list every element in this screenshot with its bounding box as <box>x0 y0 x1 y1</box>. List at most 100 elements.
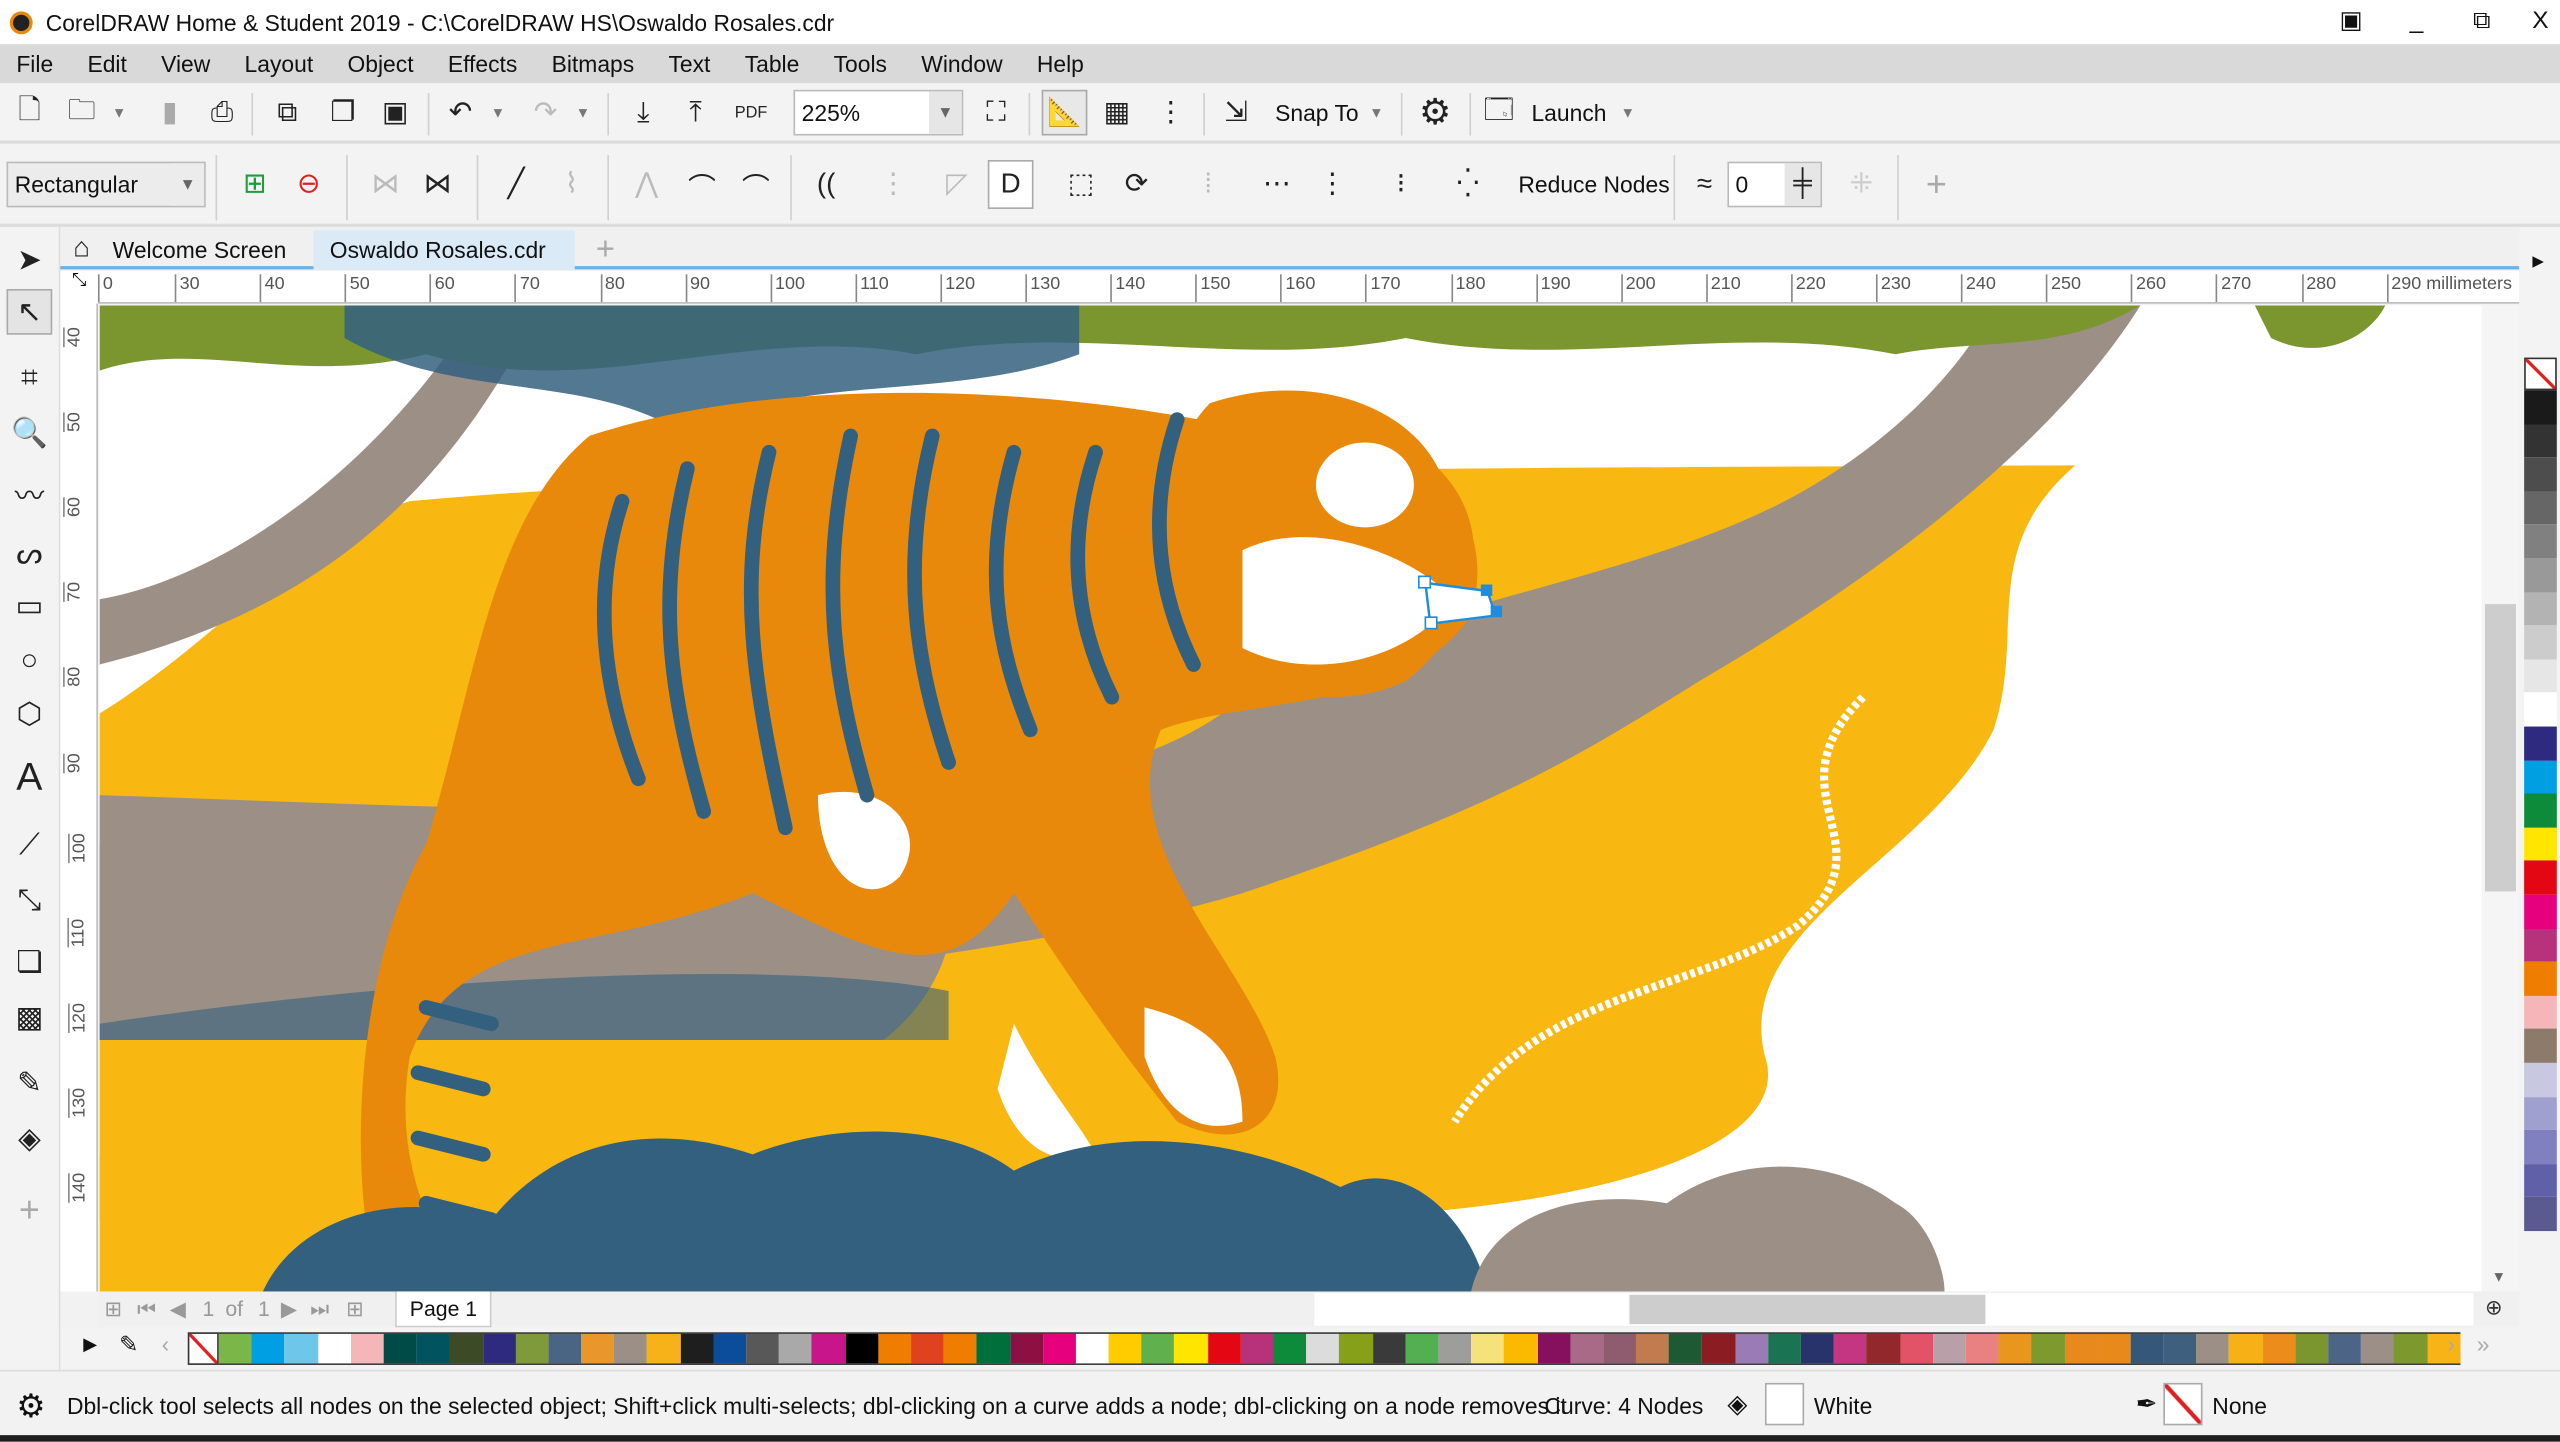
color-swatch[interactable] <box>1174 1333 1208 1364</box>
publish-pdf-icon[interactable]: PDF <box>731 93 770 132</box>
color-swatch[interactable] <box>1965 1333 1999 1364</box>
undo-icon[interactable]: ↶ <box>441 93 480 132</box>
new-document-icon[interactable]: 🗋 <box>10 93 49 132</box>
color-eyedropper-tool-icon[interactable]: ✎ <box>7 1060 53 1106</box>
color-swatch[interactable] <box>1998 1333 2032 1364</box>
elastic-mode-icon[interactable]: ⁝ <box>1381 165 1420 204</box>
shape-tool-icon[interactable]: ↖ <box>6 288 53 335</box>
color-swatch[interactable] <box>1042 1333 1076 1364</box>
color-swatch[interactable] <box>2295 1333 2329 1364</box>
color-swatch[interactable] <box>515 1333 549 1364</box>
chevron-down-icon[interactable]: ▼ <box>929 91 962 134</box>
rotate-nodes-icon[interactable]: ⟳ <box>1117 165 1156 204</box>
color-swatch[interactable] <box>2524 827 2557 862</box>
color-swatch[interactable] <box>1570 1333 1604 1364</box>
color-swatch[interactable] <box>284 1333 318 1364</box>
page-tab-1[interactable]: Page 1 <box>395 1291 492 1328</box>
color-swatch[interactable] <box>1932 1333 1966 1364</box>
color-swatch[interactable] <box>1273 1333 1307 1364</box>
redo-icon[interactable]: ↷ <box>526 93 565 132</box>
eyedropper-icon[interactable]: ✎ <box>119 1331 138 1359</box>
zoom-tool-icon[interactable]: 🔍 <box>7 410 53 456</box>
color-swatch[interactable] <box>1767 1333 1801 1364</box>
color-swatch[interactable] <box>680 1333 714 1364</box>
add-tab-button[interactable]: + <box>580 230 632 269</box>
pick-tool-icon[interactable]: ➤ <box>7 237 53 283</box>
snap-off-icon[interactable]: ⇲ <box>1216 93 1255 132</box>
vertical-ruler[interactable]: 40 50 60 70 80 90 100 110 120 130 140 <box>60 303 98 1292</box>
color-swatch[interactable] <box>2031 1333 2065 1364</box>
color-swatch[interactable] <box>1471 1333 1505 1364</box>
color-swatch[interactable] <box>1504 1333 1538 1364</box>
color-swatch[interactable] <box>2524 928 2557 962</box>
menu-view[interactable]: View <box>161 51 210 77</box>
add-toolbar-item-icon[interactable]: + <box>1917 163 1956 204</box>
extend-curve-icon[interactable]: ⋮ <box>873 165 912 204</box>
color-swatch[interactable] <box>2524 726 2557 761</box>
paste-icon[interactable]: ▣ <box>376 93 415 132</box>
show-grid-icon[interactable]: ▦ <box>1097 93 1136 132</box>
color-swatch[interactable] <box>1405 1333 1439 1364</box>
color-swatch[interactable] <box>614 1333 648 1364</box>
join-nodes-icon[interactable]: ⋈ <box>366 165 405 204</box>
stretch-nodes-icon[interactable]: ⬚ <box>1061 165 1100 204</box>
cloud-status-icon[interactable]: ▣ <box>2322 3 2381 39</box>
next-page-icon[interactable]: ▶ <box>281 1296 297 1322</box>
first-page-icon[interactable]: ⏮ <box>137 1296 156 1322</box>
print-icon[interactable]: ⎙ <box>202 93 241 132</box>
launch-icon[interactable]: 🗔 <box>1479 93 1518 132</box>
smoothness-input[interactable]: 0 ╪ <box>1727 161 1823 208</box>
menu-tools[interactable]: Tools <box>834 51 887 77</box>
color-swatch[interactable] <box>2524 558 2557 593</box>
color-swatch[interactable] <box>1603 1333 1637 1364</box>
minimize-button[interactable]: _ <box>2387 3 2446 39</box>
snap-to-button[interactable]: Snap To <box>1275 100 1358 126</box>
color-swatch[interactable] <box>976 1333 1010 1364</box>
menu-object[interactable]: Object <box>347 51 413 77</box>
outline-color-swatch[interactable] <box>2163 1382 2203 1426</box>
horizontal-scrollbar[interactable] <box>1314 1293 2474 1326</box>
color-swatch[interactable] <box>2524 592 2557 626</box>
scroll-down-icon[interactable]: ▼ <box>2492 1269 2507 1285</box>
add-node-icon[interactable]: ⊞ <box>235 165 274 204</box>
select-all-nodes-icon[interactable]: ⁛ <box>1448 165 1487 204</box>
color-swatch[interactable] <box>350 1333 384 1364</box>
tab-document[interactable]: Oswaldo Rosales.cdr <box>313 230 575 270</box>
color-swatch[interactable] <box>416 1333 450 1364</box>
color-swatch[interactable] <box>1306 1333 1340 1364</box>
color-swatch[interactable] <box>1438 1333 1472 1364</box>
color-swatch[interactable] <box>2328 1333 2362 1364</box>
break-curve-icon[interactable]: ⋈ <box>418 165 457 204</box>
menu-table[interactable]: Table <box>745 51 800 77</box>
import-icon[interactable]: ⤓ <box>624 93 663 132</box>
color-swatch[interactable] <box>910 1333 944 1364</box>
color-swatch[interactable] <box>1734 1333 1768 1364</box>
add-page-after-icon[interactable]: ⊞ <box>346 1296 364 1322</box>
status-settings-gear-icon[interactable]: ⚙ <box>16 1386 45 1427</box>
color-swatch[interactable] <box>2262 1333 2296 1364</box>
ellipse-tool-icon[interactable]: ○ <box>7 637 53 683</box>
color-swatch[interactable] <box>713 1333 747 1364</box>
color-swatch[interactable] <box>383 1333 417 1364</box>
color-swatch[interactable] <box>2524 1029 2557 1063</box>
color-swatch[interactable] <box>779 1333 813 1364</box>
horizontal-scroll-thumb[interactable] <box>1629 1294 1986 1325</box>
color-swatch[interactable] <box>845 1333 878 1364</box>
color-swatch[interactable] <box>2524 423 2557 458</box>
color-swatch[interactable] <box>548 1333 582 1364</box>
add-tool-icon[interactable]: + <box>7 1187 53 1233</box>
cusp-node-icon[interactable]: ⋀ <box>627 165 666 204</box>
color-swatch[interactable] <box>2524 659 2557 693</box>
color-swatch[interactable] <box>482 1333 516 1364</box>
palette-scroll-right-icon[interactable]: › <box>2447 1331 2455 1357</box>
add-page-before-icon[interactable]: ⊞ <box>104 1296 122 1322</box>
color-swatch[interactable] <box>2524 894 2557 929</box>
convert-to-line-icon[interactable]: ╱ <box>496 165 535 204</box>
vertical-scroll-thumb[interactable] <box>2484 604 2516 892</box>
color-swatch[interactable] <box>2524 1197 2557 1232</box>
color-swatch[interactable] <box>2524 961 2557 996</box>
color-swatch[interactable] <box>251 1333 285 1364</box>
smoothness-slider-icon[interactable]: ╪ <box>1784 163 1821 206</box>
menu-edit[interactable]: Edit <box>87 51 126 77</box>
color-swatch[interactable] <box>1240 1333 1274 1364</box>
